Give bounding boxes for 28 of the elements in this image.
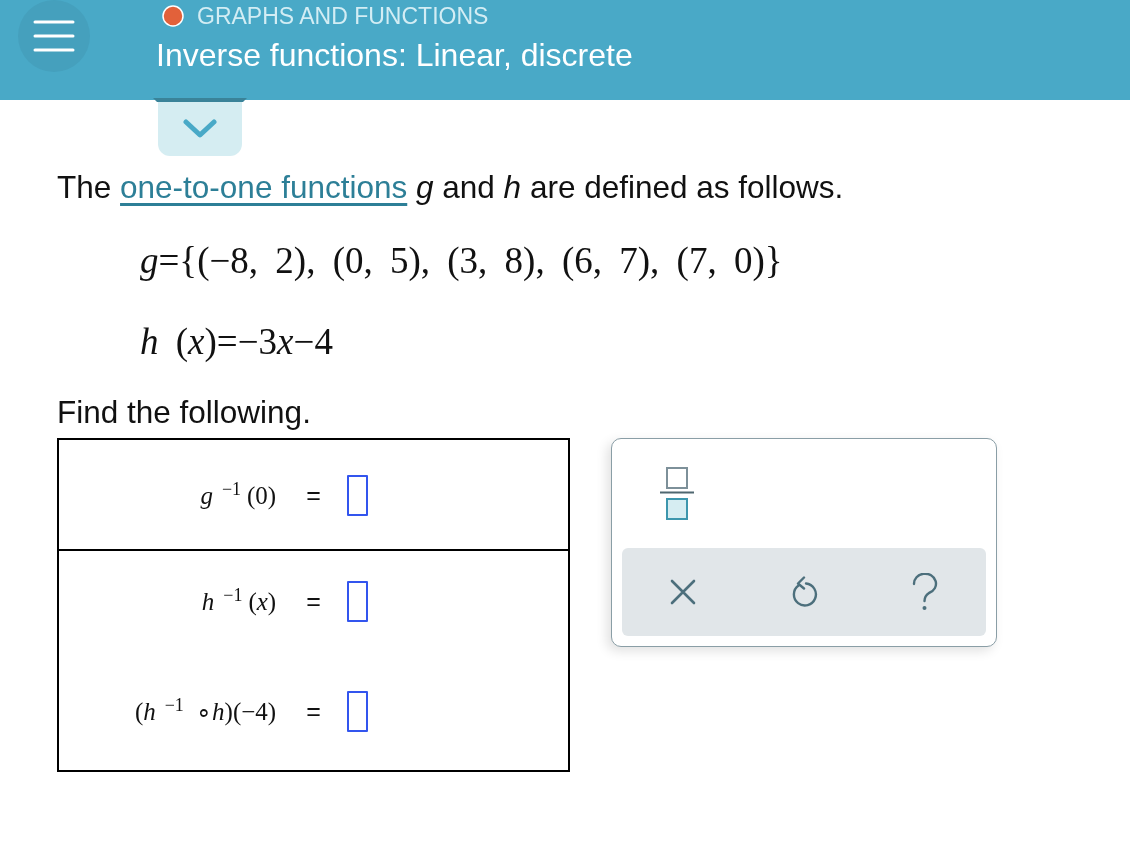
answer-box[interactable]: [346, 474, 368, 516]
question-mark-icon: [912, 573, 938, 611]
equals-sign: =: [306, 696, 321, 726]
topic-label: GRAPHS AND FUNCTIONS: [197, 4, 489, 28]
menu-icon: [33, 20, 75, 52]
problem-statement: The one-to-one functions g and h are defined as follows.: [57, 170, 845, 204]
equals-sign: =: [306, 586, 321, 616]
function-definition: h (x)=−3x−4: [140, 321, 334, 363]
math-expression: h$^{−1}$(x): [201, 585, 277, 617]
status-dot-icon: [162, 5, 184, 27]
answer-box[interactable]: [346, 690, 368, 732]
math-expression: g$^{−1}$(0): [200, 479, 277, 511]
close-icon: [670, 579, 696, 605]
lesson-title: Inverse functions: Linear, discrete: [156, 36, 633, 74]
equals-sign: =: [306, 480, 321, 510]
fraction-icon: [660, 467, 694, 520]
answer-box[interactable]: [346, 580, 368, 622]
help-button[interactable]: [912, 573, 938, 611]
undo-icon: [790, 576, 818, 608]
expand-button[interactable]: [158, 102, 242, 156]
math-expression: (h$^{−1}$ ∘h)(−4): [134, 695, 277, 727]
undo-button[interactable]: [790, 576, 818, 608]
chevron-down-icon: [183, 119, 217, 139]
fraction-button[interactable]: [660, 467, 694, 520]
clear-button[interactable]: [670, 579, 696, 605]
function-definition: g={(−8, 2), (0, 5), (3, 8), (6, 7), (7, 0)}: [140, 240, 784, 282]
definition-link[interactable]: one-to-one functions: [120, 169, 408, 205]
instruction-text: Find the following.: [57, 395, 312, 429]
